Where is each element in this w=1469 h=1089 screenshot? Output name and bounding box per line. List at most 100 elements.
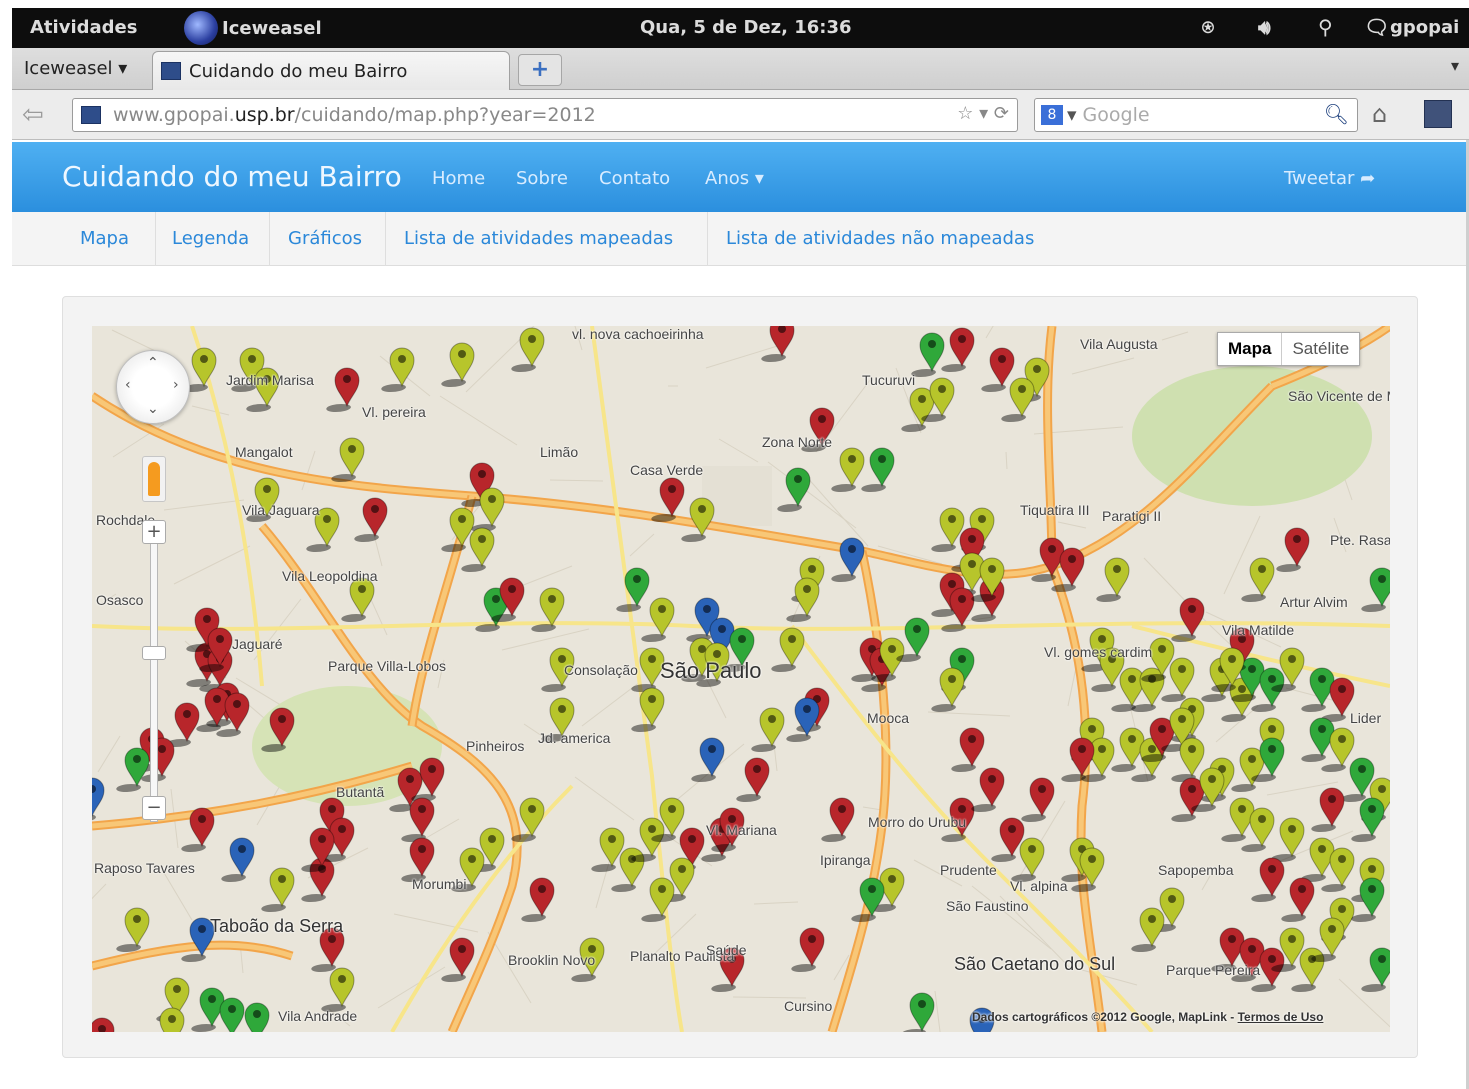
map-marker-red[interactable] xyxy=(1309,787,1345,832)
accessibility-icon[interactable]: ⍟ xyxy=(1202,15,1214,39)
map-marker-lime[interactable] xyxy=(589,827,625,872)
subnav-atividades-mapeadas[interactable]: Lista de atividades mapeadas xyxy=(386,212,708,266)
search-icon[interactable]: 🔍︎ xyxy=(1324,102,1349,126)
map-type-satellite-button[interactable]: Satélite xyxy=(1282,333,1359,365)
clock[interactable]: Qua, 5 de Dez, 16:36 xyxy=(640,17,852,38)
subnav-legenda[interactable]: Legenda xyxy=(156,212,270,266)
map-marker-green[interactable] xyxy=(899,992,935,1032)
map-marker-red[interactable] xyxy=(1019,777,1055,822)
volume-icon[interactable]: 🔊︎ xyxy=(1258,15,1271,39)
map-marker-blue[interactable] xyxy=(219,837,255,882)
subnav-graficos[interactable]: Gráficos xyxy=(270,212,386,266)
map-marker-lime[interactable] xyxy=(899,387,935,432)
map-marker-blue[interactable] xyxy=(784,697,820,742)
map-marker-lime[interactable] xyxy=(439,507,475,552)
pan-up-icon[interactable]: ⌃ xyxy=(147,355,159,371)
user-menu[interactable]: gpopai xyxy=(1390,17,1459,38)
bookmark-star-icon[interactable]: ☆ ▾ ⟳ xyxy=(957,103,1009,124)
subnav-mapa[interactable]: Mapa xyxy=(62,212,156,266)
map-marker-lime[interactable] xyxy=(149,1007,185,1032)
google-map[interactable]: vl. nova cachoeirinha Vila Augusta Tucuruv… xyxy=(92,326,1390,1032)
map-marker-lime[interactable] xyxy=(379,347,415,392)
map-marker-green[interactable] xyxy=(859,447,895,492)
map-marker-lime[interactable] xyxy=(769,627,805,672)
map-marker-lime[interactable] xyxy=(1094,557,1130,602)
subnav-atividades-nao-mapeadas[interactable]: Lista de atividades não mapeadas xyxy=(708,212,1068,266)
map-marker-green[interactable] xyxy=(1339,757,1375,802)
map-marker-lime[interactable] xyxy=(639,877,675,922)
map-marker-lime[interactable] xyxy=(319,967,355,1012)
map-marker-green[interactable] xyxy=(614,567,650,612)
map-marker-lime[interactable] xyxy=(339,577,375,622)
chat-icon[interactable]: 🗨︎ xyxy=(1364,15,1389,39)
back-arrow-icon[interactable]: ⇦ xyxy=(22,100,44,130)
nav-home[interactable]: Home xyxy=(432,168,485,189)
map-marker-blue[interactable] xyxy=(689,737,725,782)
map-marker-lime[interactable] xyxy=(929,507,965,552)
street-view-pegman-icon[interactable] xyxy=(142,456,166,502)
app-menu[interactable]: Iceweasel xyxy=(184,11,322,45)
pan-control[interactable]: ⌃ ⌄ ‹ › xyxy=(116,350,190,424)
map-marker-red[interactable] xyxy=(979,347,1015,392)
map-marker-green[interactable] xyxy=(775,467,811,512)
map-marker-red[interactable] xyxy=(949,727,985,772)
map-marker-green[interactable] xyxy=(1299,717,1335,762)
map-marker-lime[interactable] xyxy=(629,687,665,732)
site-brand[interactable]: Cuidando do meu Bairro xyxy=(62,160,402,193)
map-marker-green[interactable] xyxy=(849,877,885,922)
zoom-out-button[interactable]: − xyxy=(142,796,166,820)
map-marker-red[interactable] xyxy=(1169,777,1205,822)
nav-contato[interactable]: Contato xyxy=(599,168,670,189)
map-marker-red[interactable] xyxy=(734,757,770,802)
map-marker-red[interactable] xyxy=(759,326,795,362)
zoom-slider-track[interactable] xyxy=(150,530,158,822)
map-marker-green[interactable] xyxy=(1359,567,1390,612)
terms-link[interactable]: Termos de Uso xyxy=(1238,1010,1324,1024)
map-marker-green[interactable] xyxy=(189,987,225,1032)
map-marker-red[interactable] xyxy=(1274,527,1310,572)
iceweasel-menu-button[interactable]: Iceweasel ▾ xyxy=(24,58,127,79)
network-icon[interactable]: ⚲ xyxy=(1318,15,1333,39)
map-marker-red[interactable] xyxy=(969,767,1005,812)
map-marker-lime[interactable] xyxy=(509,327,545,372)
map-marker-red[interactable] xyxy=(352,497,388,542)
url-bar[interactable]: www.gpopai.usp.br/cuidando/map.php?year=… xyxy=(72,98,1018,132)
home-icon[interactable]: ⌂ xyxy=(1372,100,1387,128)
pan-down-icon[interactable]: ⌄ xyxy=(147,401,159,417)
map-marker-red[interactable] xyxy=(939,327,975,372)
map-marker-red[interactable] xyxy=(1279,877,1315,922)
pan-left-icon[interactable]: ‹ xyxy=(125,377,131,393)
zoom-in-button[interactable]: + xyxy=(142,520,166,544)
new-tab-button[interactable]: + xyxy=(518,54,562,86)
map-marker-lime[interactable] xyxy=(329,437,365,482)
pan-right-icon[interactable]: › xyxy=(173,377,179,393)
map-marker-green[interactable] xyxy=(114,747,150,792)
list-all-tabs-icon[interactable]: ▾ xyxy=(1451,56,1459,75)
map-marker-lime[interactable] xyxy=(1269,817,1305,862)
map-marker-red[interactable] xyxy=(819,797,855,842)
map-marker-lime[interactable] xyxy=(1239,557,1275,602)
search-engine-icon[interactable]: 8 xyxy=(1041,105,1063,125)
map-marker-lime[interactable] xyxy=(1299,837,1335,882)
map-marker-lime[interactable] xyxy=(999,377,1035,422)
map-marker-red[interactable] xyxy=(789,927,825,972)
map-marker-red[interactable] xyxy=(324,367,360,412)
map-marker-lime[interactable] xyxy=(439,342,475,387)
map-marker-lime[interactable] xyxy=(529,587,565,632)
map-marker-red[interactable] xyxy=(519,877,555,922)
map-marker-lime[interactable] xyxy=(784,577,820,622)
map-marker-green[interactable] xyxy=(1359,947,1390,992)
map-marker-blue[interactable] xyxy=(92,777,105,822)
map-marker-lime[interactable] xyxy=(639,597,675,642)
map-marker-lime[interactable] xyxy=(749,707,785,752)
tweet-button[interactable]: Tweetar ➦ xyxy=(1284,168,1375,189)
map-marker-lime[interactable] xyxy=(829,447,865,492)
map-marker-lime[interactable] xyxy=(1219,797,1255,842)
map-marker-lime[interactable] xyxy=(929,667,965,712)
map-marker-red[interactable] xyxy=(989,817,1025,862)
nav-sobre[interactable]: Sobre xyxy=(516,168,568,189)
search-bar[interactable]: 8 ▾ Google 🔍︎ xyxy=(1034,98,1358,132)
map-marker-red[interactable] xyxy=(1249,857,1285,902)
map-marker-green[interactable] xyxy=(1299,667,1335,712)
nav-anos-dropdown[interactable]: Anos ▾ xyxy=(705,168,764,189)
